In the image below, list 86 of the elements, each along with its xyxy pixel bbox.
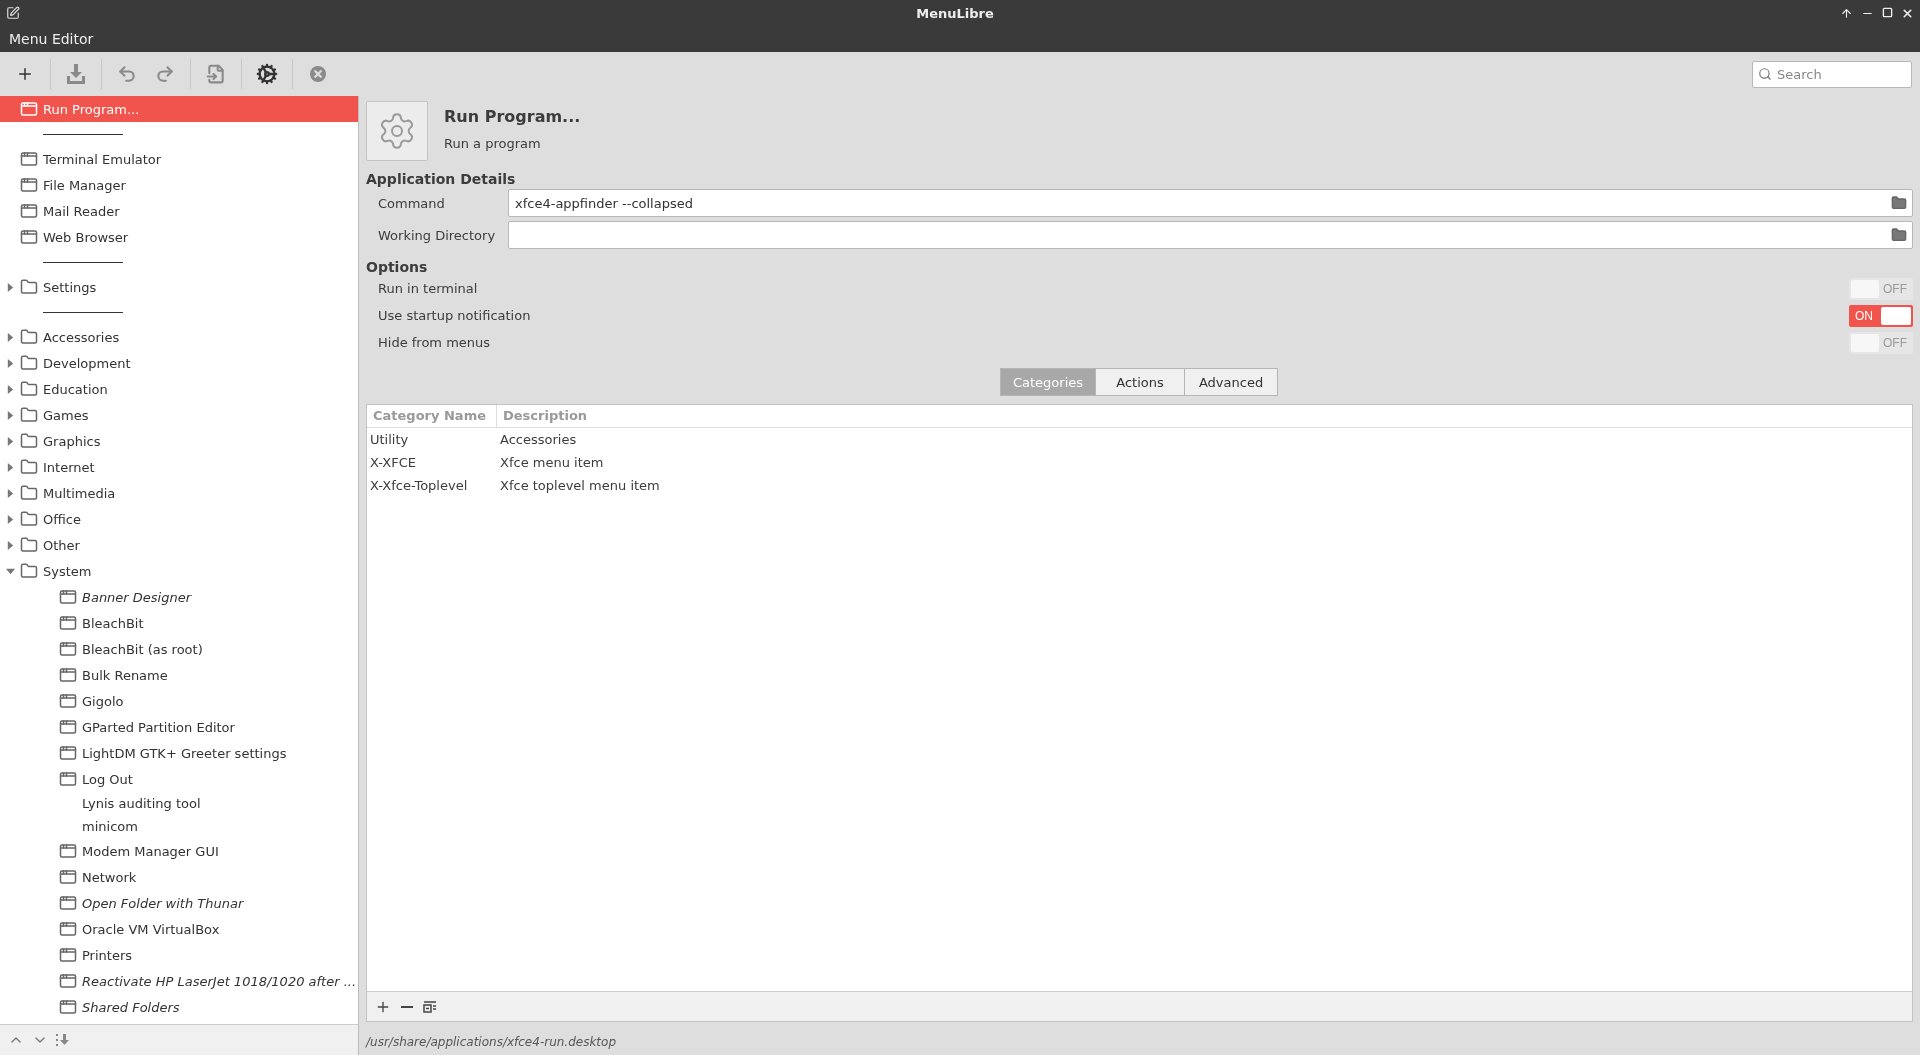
- keep-above-icon[interactable]: [1840, 6, 1853, 20]
- section-heading: Options: [366, 259, 429, 275]
- menu-tree-item[interactable]: minicom: [0, 815, 358, 838]
- app-icon: [6, 6, 20, 20]
- menu-tree-item[interactable]: Printers: [0, 942, 358, 968]
- launcher-comment[interactable]: Run a program: [444, 136, 581, 151]
- sort-button[interactable]: [56, 1033, 70, 1047]
- tab[interactable]: Actions: [1095, 368, 1186, 396]
- status-text: /usr/share/applications/xfce4-run.desktop: [366, 1034, 617, 1049]
- menu-tree-item[interactable]: Games: [0, 402, 358, 428]
- menu-tree-item[interactable]: Modem Manager GUI: [0, 838, 358, 864]
- menu-tree-item[interactable]: Education: [0, 376, 358, 402]
- maximize-icon[interactable]: [1882, 6, 1893, 18]
- undo-icon: [117, 64, 137, 84]
- search-icon: [1758, 66, 1772, 81]
- window-title: MenuLibre: [915, 5, 995, 21]
- collapsed-arrow-icon[interactable]: [6, 540, 15, 550]
- menu-tree-item[interactable]: LightDM GTK+ Greeter settings: [0, 740, 358, 766]
- menu-tree-item[interactable]: Web Browser: [0, 224, 358, 250]
- collapsed-arrow-icon[interactable]: [6, 488, 15, 498]
- menu-tree-item[interactable]: Log Out: [0, 766, 358, 792]
- input-field[interactable]: [508, 221, 1913, 249]
- menu-tree-item[interactable]: Terminal Emulator: [0, 146, 358, 172]
- menu-tree-item[interactable]: Multimedia: [0, 480, 358, 506]
- collapsed-arrow-icon[interactable]: [6, 410, 15, 420]
- table-cell-text: Xfce menu item: [499, 455, 605, 470]
- menu-tree-item[interactable]: Network: [0, 864, 358, 890]
- menu-tree-item[interactable]: Settings: [0, 274, 358, 300]
- menu-title[interactable]: Menu Editor: [9, 31, 94, 47]
- field-label: Working Directory: [378, 227, 497, 243]
- menu-tree-item[interactable]: Mail Reader: [0, 198, 358, 224]
- plus-icon: [16, 65, 34, 83]
- collapsed-arrow-icon[interactable]: [6, 384, 15, 394]
- table-cell-text: X-Xfce-Toplevel: [369, 478, 469, 493]
- close-icon[interactable]: [1901, 6, 1914, 20]
- menu-tree-item[interactable]: Lynis auditing tool: [0, 792, 358, 815]
- collapsed-arrow-icon[interactable]: [6, 436, 15, 446]
- launcher-name[interactable]: Run Program...: [444, 107, 581, 126]
- menu-tree-item[interactable]: Accessories: [0, 324, 358, 350]
- menu-tree-item[interactable]: System: [0, 558, 358, 584]
- menu-tree-item[interactable]: Reactivate HP LaserJet 1018/1020 after ...: [0, 968, 358, 994]
- menu-tree-item[interactable]: Office: [0, 506, 358, 532]
- sort-icon: [56, 1033, 70, 1047]
- launcher-icon-button[interactable]: [366, 101, 428, 161]
- menu-tree-item[interactable]: GParted Partition Editor: [0, 714, 358, 740]
- table-cell-text: X-XFCE: [369, 455, 417, 470]
- edit-button[interactable]: [423, 1000, 437, 1013]
- option-label: Use startup notification: [378, 308, 531, 323]
- redo-icon: [155, 64, 175, 84]
- expanded-arrow-icon[interactable]: [6, 566, 15, 576]
- collapsed-arrow-icon[interactable]: [6, 514, 15, 524]
- collapsed-arrow-icon[interactable]: [6, 358, 15, 368]
- menu-tree-item[interactable]: Bulk Rename: [0, 662, 358, 688]
- menu-tree-item[interactable]: Development: [0, 350, 358, 376]
- search-field[interactable]: Search: [1752, 60, 1912, 88]
- tab[interactable]: Advanced: [1184, 368, 1279, 396]
- table-cell-text: Xfce toplevel menu item: [499, 478, 661, 493]
- menu-tree-item[interactable]: Other: [0, 532, 358, 558]
- menu-tree-item[interactable]: Oracle VM VirtualBox: [0, 916, 358, 942]
- menu-tree-item[interactable]: Shared Folders: [0, 994, 358, 1020]
- input-field[interactable]: xfce4-appfinder --collapsed: [508, 189, 1913, 217]
- table-cell-text: Accessories: [499, 432, 578, 447]
- remove-button[interactable]: [401, 1005, 413, 1008]
- menu-tree-item[interactable]: File Manager: [0, 172, 358, 198]
- folder-icon[interactable]: [1891, 195, 1907, 211]
- menu-tree-item[interactable]: BleachBit: [0, 610, 358, 636]
- minus-icon: [401, 1005, 413, 1008]
- menu-tree-item[interactable]: Gigolo: [0, 688, 358, 714]
- edit-icon: [423, 1000, 437, 1013]
- field-label: Command: [378, 195, 446, 211]
- close-circle-icon: [307, 63, 329, 85]
- table-cell-text: Utility: [369, 432, 410, 447]
- option-label: Run in terminal: [378, 281, 478, 296]
- collapsed-arrow-icon[interactable]: [6, 332, 15, 342]
- folder-icon[interactable]: [1891, 227, 1907, 243]
- menu-tree-item[interactable]: Graphics: [0, 428, 358, 454]
- collapsed-arrow-icon[interactable]: [6, 282, 15, 292]
- menu-tree-item[interactable]: Open Folder with Thunar: [0, 890, 358, 916]
- menu-tree-item[interactable]: Banner Designer: [0, 584, 358, 610]
- gear-icon: [256, 63, 278, 85]
- menu-tree-item[interactable]: Internet: [0, 454, 358, 480]
- option-label: Hide from menus: [378, 335, 491, 350]
- collapsed-arrow-icon[interactable]: [6, 462, 15, 472]
- save-icon: [66, 63, 86, 85]
- section-heading: Application Details: [366, 171, 517, 187]
- menu-tree-item[interactable]: BleachBit (as root): [0, 636, 358, 662]
